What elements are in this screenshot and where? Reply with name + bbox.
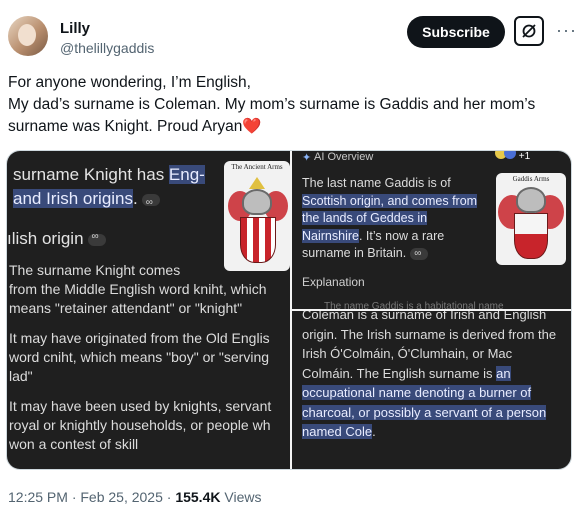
link-chip-icon <box>87 231 106 246</box>
views-label: Views <box>220 489 262 505</box>
gaddis-coat-of-arms-image: Gaddis Arms <box>496 173 566 265</box>
explanation-heading: Explanation <box>302 275 365 289</box>
coa-header: The Ancient Arms <box>231 163 283 171</box>
knight-para-3: It may have been used by knights, servan… <box>9 398 272 452</box>
heart-emoji: ❤️ <box>242 118 262 135</box>
ai-sparkle-icon: ✦ <box>302 152 312 164</box>
subscribe-button[interactable]: Subscribe <box>407 16 505 48</box>
media-image-knight[interactable]: surname Knight has Eng- and Irish origin… <box>7 151 290 469</box>
knight-coat-of-arms-image: The Ancient Arms <box>224 161 290 271</box>
gaddis-text: The last name Gaddis is of Scottish orig… <box>302 175 482 263</box>
media-grid[interactable]: surname Knight has Eng- and Irish origin… <box>6 150 572 470</box>
more-options-icon[interactable]: ··· <box>556 20 577 41</box>
explanation-snippet: The name Gaddis is a habitational name <box>324 301 504 309</box>
knight-title-line2: and Irish origins. <box>13 187 160 215</box>
media-image-gaddis[interactable]: ✦ AI Overview +1 The last name Gaddis is… <box>292 151 571 309</box>
knight-para-2: It may have originated from the Old Engl… <box>9 330 270 384</box>
author-name[interactable]: Lilly <box>60 20 90 37</box>
grok-icon <box>522 24 536 38</box>
tweet-header: Lilly @thelillygaddis Subscribe ··· <box>8 8 578 58</box>
view-count: 155.4K <box>175 489 221 505</box>
avatar[interactable] <box>8 16 48 56</box>
grok-button[interactable] <box>514 16 544 46</box>
media-image-coleman[interactable]: Coleman is a surname of Irish and Englis… <box>292 311 571 469</box>
knight-subheading: ılish origin <box>7 229 106 249</box>
knight-title-line1: surname Knight has Eng- <box>13 165 205 184</box>
coa-header: Gaddis Arms <box>512 175 550 183</box>
tweet-body: For anyone wondering, I’m English, My da… <box>8 74 536 135</box>
tweet-text: For anyone wondering, I’m English, My da… <box>8 72 568 138</box>
ai-overview-label: AI Overview <box>314 151 374 163</box>
link-chip-icon <box>141 191 160 215</box>
source-icons: +1 <box>495 151 530 162</box>
link-chip-icon <box>410 245 429 262</box>
tweet-footer: 12:25 PM · Feb 25, 2025 · 155.4K Views <box>8 489 261 505</box>
author-handle[interactable]: @thelillygaddis <box>60 40 154 56</box>
coleman-text: Coleman is a surname of Irish and Englis… <box>302 311 557 439</box>
timestamp[interactable]: 12:25 PM · Feb 25, 2025 · <box>8 489 175 505</box>
